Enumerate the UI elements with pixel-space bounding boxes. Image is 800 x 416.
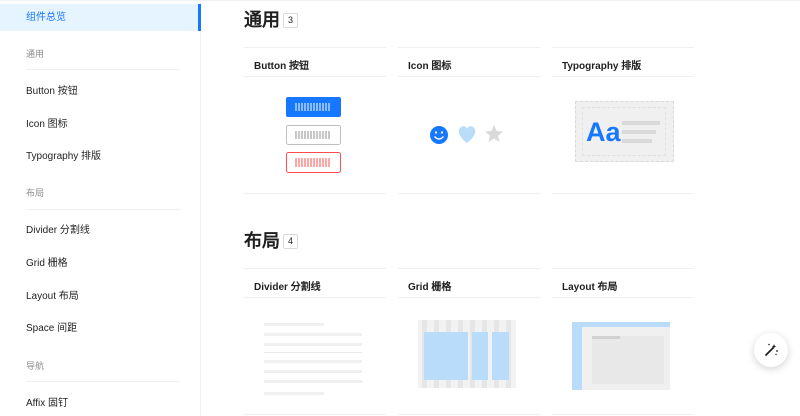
typography-preview: Aa	[552, 77, 694, 194]
sidebar-item-icon[interactable]: Icon 图标	[26, 117, 68, 133]
sidebar: 组件总览 通用 Button 按钮 Icon 图标 Typography 排版 …	[0, 0, 201, 416]
card-title: Button 按钮	[254, 61, 309, 72]
sidebar-item-affix[interactable]: Affix 固钉	[26, 396, 68, 412]
component-card-icon[interactable]: Icon 图标	[398, 47, 540, 194]
component-card-grid[interactable]: Grid 栅格	[398, 268, 540, 415]
section-title-layout: 布局	[244, 231, 280, 251]
magic-wand-button[interactable]	[754, 333, 788, 367]
sidebar-item-layout[interactable]: Layout 布局	[26, 289, 79, 305]
card-title: Grid 栅格	[408, 282, 452, 293]
component-card-typography[interactable]: Typography 排版 Aa	[552, 47, 694, 194]
button-preview	[244, 77, 386, 194]
sidebar-divider	[26, 69, 180, 70]
sidebar-item-overview[interactable]: 组件总览	[0, 4, 201, 31]
heart-icon	[458, 126, 476, 143]
sidebar-item-grid[interactable]: Grid 栅格	[26, 256, 68, 272]
active-indicator	[198, 4, 201, 31]
icon-preview	[398, 77, 540, 194]
star-icon	[485, 125, 503, 142]
sidebar-item-divider[interactable]: Divider 分割线	[26, 223, 90, 239]
sidebar-item-button[interactable]: Button 按钮	[26, 84, 78, 100]
sidebar-item-label: 组件总览	[26, 12, 66, 23]
grid-preview	[398, 298, 540, 415]
typography-glyph: Aa	[586, 117, 621, 147]
magic-wand-icon	[765, 343, 778, 356]
card-title: Layout 布局	[562, 282, 618, 293]
sidebar-group-general: 通用	[26, 49, 45, 59]
sidebar-divider	[26, 209, 180, 210]
section-count-badge: 4	[283, 234, 298, 249]
section-count-badge: 3	[283, 13, 298, 28]
sidebar-item-space[interactable]: Space 间距	[26, 321, 77, 337]
divider-preview	[244, 298, 386, 415]
sidebar-group-navigation: 导航	[26, 361, 45, 371]
card-title: Typography 排版	[562, 61, 642, 72]
smile-icon	[430, 126, 448, 144]
sidebar-divider	[26, 381, 180, 382]
component-card-button[interactable]: Button 按钮	[244, 47, 386, 194]
section-title-general: 通用	[244, 10, 280, 30]
layout-preview	[552, 298, 694, 415]
sidebar-group-layout: 布局	[26, 188, 45, 198]
card-title: Divider 分割线	[254, 282, 321, 293]
component-card-divider[interactable]: Divider 分割线	[244, 268, 386, 415]
component-card-layout[interactable]: Layout 布局	[552, 268, 694, 415]
sidebar-item-typography[interactable]: Typography 排版	[26, 149, 101, 165]
card-title: Icon 图标	[408, 61, 452, 72]
